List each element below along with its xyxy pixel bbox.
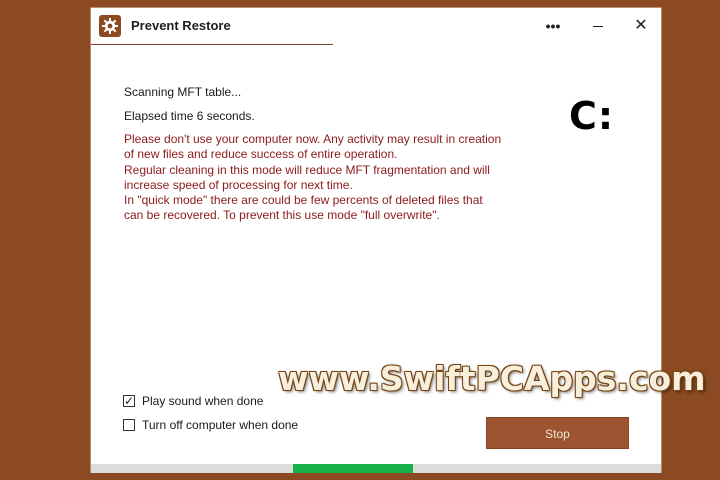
warning-message: Please don't use your computer now. Any … xyxy=(124,132,502,223)
play-sound-label: Play sound when done xyxy=(142,394,264,408)
check-icon: ✓ xyxy=(124,394,135,408)
window-title: Prevent Restore xyxy=(131,18,231,33)
elapsed-time: Elapsed time 6 seconds. xyxy=(124,109,255,123)
more-icon[interactable]: ••• xyxy=(538,14,568,38)
stop-button[interactable]: Stop xyxy=(486,417,629,449)
title-bar[interactable]: Prevent Restore ••• ✕ xyxy=(91,8,661,44)
main-window: Prevent Restore ••• ✕ Scanning MFT table… xyxy=(90,7,662,473)
close-icon[interactable]: ✕ xyxy=(626,14,656,38)
progress-bar xyxy=(91,464,661,473)
checkbox-box[interactable] xyxy=(123,419,135,431)
title-underline xyxy=(91,44,333,45)
watermark-text: www.SwiftPCApps.com xyxy=(278,359,706,398)
turn-off-label: Turn off computer when done xyxy=(142,418,299,432)
gear-icon xyxy=(99,15,121,37)
drive-letter: C: xyxy=(569,94,615,138)
progress-fill xyxy=(292,464,414,473)
checkbox-box[interactable]: ✓ xyxy=(123,394,135,408)
minimize-icon[interactable] xyxy=(583,14,613,38)
scan-status: Scanning MFT table... xyxy=(124,85,242,99)
